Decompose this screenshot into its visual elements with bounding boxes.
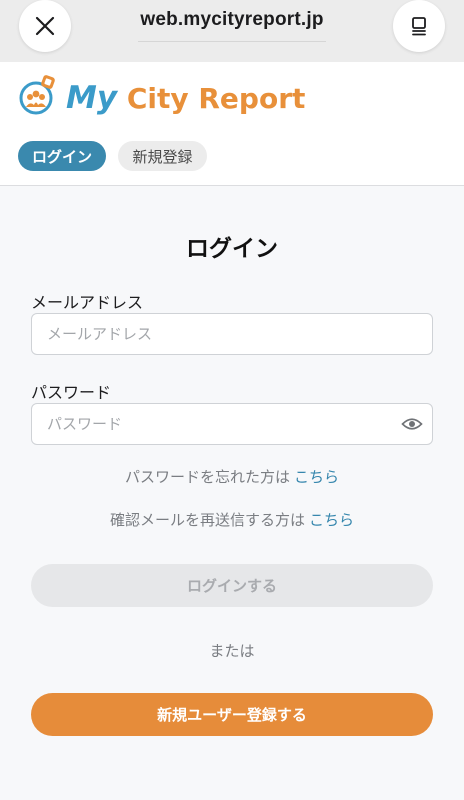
password-field[interactable]: [31, 403, 433, 445]
forgot-password-text: パスワードを忘れた方は: [124, 468, 290, 486]
logo-wordmark[interactable]: My City Report: [66, 79, 305, 118]
logo-report: Report: [198, 82, 306, 115]
or-divider-text: または: [209, 642, 255, 660]
email-label: メールアドレス: [31, 293, 144, 312]
tabs-button[interactable]: [393, 0, 445, 52]
tab-login[interactable]: ログイン: [18, 141, 106, 171]
login-button[interactable]: ログインする: [31, 564, 433, 607]
password-label: パスワード: [31, 383, 112, 402]
tabs-icon: [412, 17, 426, 36]
logo-my: My: [66, 80, 118, 116]
page-title: ログイン: [186, 236, 278, 262]
forgot-password-line: パスワードを忘れた方は こちら: [0, 466, 464, 487]
logo-icon: [19, 75, 55, 115]
resend-confirmation-link[interactable]: こちら: [309, 511, 354, 529]
register-button[interactable]: 新規ユーザー登録する: [31, 693, 433, 736]
site-header: My City Report ログイン 新規登録: [0, 62, 464, 186]
resend-confirmation-line: 確認メールを再送信する方は こちら: [0, 509, 464, 530]
eye-icon[interactable]: [401, 416, 423, 432]
browser-toolbar: web.mycityreport.jp: [0, 0, 464, 62]
url-divider: [138, 41, 326, 42]
tab-register[interactable]: 新規登録: [118, 141, 207, 171]
forgot-password-link[interactable]: こちら: [294, 468, 339, 486]
logo-city: City: [126, 82, 189, 115]
email-field[interactable]: [31, 313, 433, 355]
resend-confirmation-text: 確認メールを再送信する方は: [109, 511, 305, 529]
